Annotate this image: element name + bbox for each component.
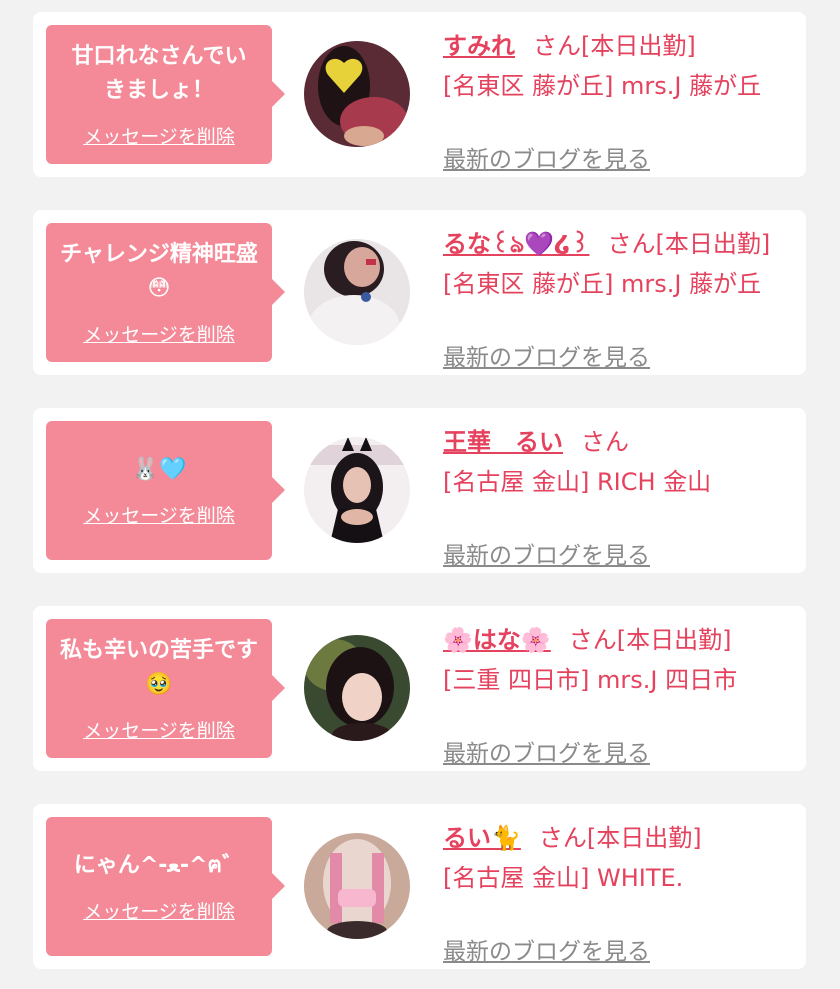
cast-name-link[interactable]: 🌸はな🌸	[443, 626, 551, 654]
status-label: [本日出勤]	[586, 824, 702, 852]
message-text: 私も辛いの苦手です🥹	[59, 638, 258, 697]
cast-name-link[interactable]: るい🐈	[443, 824, 521, 852]
message-card: にゃん^-ﻌ-^ฅ゛ メッセージを削除 るい🐈 さん[本日出勤] [名古屋 金山]…	[33, 804, 806, 969]
shop-label: [名古屋 金山] WHITE.	[443, 864, 684, 892]
delete-message-link[interactable]: メッセージを削除	[83, 501, 235, 528]
avatar-image	[304, 239, 410, 345]
status-label: [本日出勤]	[616, 626, 732, 654]
avatar-image	[304, 437, 410, 543]
latest-blog-link[interactable]: 最新のブログを見る	[443, 734, 650, 768]
message-text: チャレンジ精神旺盛😳	[60, 242, 258, 301]
latest-blog-link[interactable]: 最新のブログを見る	[443, 338, 650, 372]
avatar[interactable]	[304, 437, 410, 543]
avatar-image	[304, 41, 410, 147]
message-bubble: 私も辛いの苦手です🥹 メッセージを削除	[46, 619, 285, 758]
avatar-image	[304, 635, 410, 741]
avatar-image	[304, 833, 410, 939]
honorific: さん	[538, 824, 587, 852]
message-text: 甘口れなさんでいきましょ！	[71, 44, 247, 103]
avatar[interactable]	[304, 833, 410, 939]
status-label: [本日出勤]	[581, 32, 696, 60]
honorific: さん	[533, 32, 581, 60]
message-bubble: 🐰🩵 メッセージを削除	[46, 421, 285, 560]
status-label: [本日出勤]	[655, 230, 771, 258]
message-list: 甘口れなさんでいきましょ！ メッセージを削除 すみれ さん[本日出勤] [名東区 …	[0, 0, 840, 989]
message-bubble: 甘口れなさんでいきましょ！ メッセージを削除	[46, 25, 285, 164]
delete-message-link[interactable]: メッセージを削除	[83, 122, 235, 149]
message-card: チャレンジ精神旺盛😳 メッセージを削除 るな꒰ঌ💜໒꒱ さん[本日出勤] [名東区…	[33, 210, 806, 375]
latest-blog-link[interactable]: 最新のブログを見る	[443, 140, 650, 174]
message-card: 甘口れなさんでいきましょ！ メッセージを削除 すみれ さん[本日出勤] [名東区 …	[33, 12, 806, 177]
latest-blog-link[interactable]: 最新のブログを見る	[443, 932, 650, 966]
cast-name-link[interactable]: すみれ	[443, 32, 515, 60]
cast-info: るな꒰ঌ💜໒꒱ さん[本日出勤] [名東区 藤が丘] mrs.J 藤が丘 最新のブ…	[443, 226, 803, 371]
cast-name-link[interactable]: 王華 るい	[443, 428, 563, 456]
avatar[interactable]	[304, 41, 410, 147]
cast-info: 王華 るい さん [名古屋 金山] RICH 金山 最新のブログを見る	[443, 424, 803, 569]
avatar[interactable]	[304, 635, 410, 741]
shop-label: [名東区 藤が丘] mrs.J 藤が丘	[443, 270, 762, 298]
shop-label: [名古屋 金山] RICH 金山	[443, 468, 712, 496]
cast-info: るい🐈 さん[本日出勤] [名古屋 金山] WHITE. 最新のブログを見る	[443, 820, 803, 965]
message-card: 私も辛いの苦手です🥹 メッセージを削除 🌸はな🌸 さん[本日出勤] [三重 四日市…	[33, 606, 806, 771]
cast-info: 🌸はな🌸 さん[本日出勤] [三重 四日市] mrs.J 四日市 最新のブログを見…	[443, 622, 803, 767]
delete-message-link[interactable]: メッセージを削除	[83, 320, 235, 347]
cast-info: すみれ さん[本日出勤] [名東区 藤が丘] mrs.J 藤が丘 最新のブログを見…	[443, 28, 803, 173]
delete-message-link[interactable]: メッセージを削除	[83, 897, 235, 924]
latest-blog-link[interactable]: 最新のブログを見る	[443, 536, 650, 570]
message-bubble: にゃん^-ﻌ-^ฅ゛ メッセージを削除	[46, 817, 285, 956]
honorific: さん	[568, 626, 617, 654]
avatar[interactable]	[304, 239, 410, 345]
message-text: 🐰🩵	[131, 457, 187, 482]
honorific: さん	[581, 428, 629, 456]
honorific: さん	[607, 230, 656, 258]
shop-label: [名東区 藤が丘] mrs.J 藤が丘	[443, 72, 762, 100]
message-bubble: チャレンジ精神旺盛😳 メッセージを削除	[46, 223, 285, 362]
delete-message-link[interactable]: メッセージを削除	[83, 716, 235, 743]
message-card: 🐰🩵 メッセージを削除 王華 るい さん [名古屋 金山] RICH 金山 最新の…	[33, 408, 806, 573]
cast-name-link[interactable]: るな꒰ঌ💜໒꒱	[443, 230, 589, 258]
message-text: にゃん^-ﻌ-^ฅ゛	[73, 853, 245, 878]
shop-label: [三重 四日市] mrs.J 四日市	[443, 666, 738, 694]
